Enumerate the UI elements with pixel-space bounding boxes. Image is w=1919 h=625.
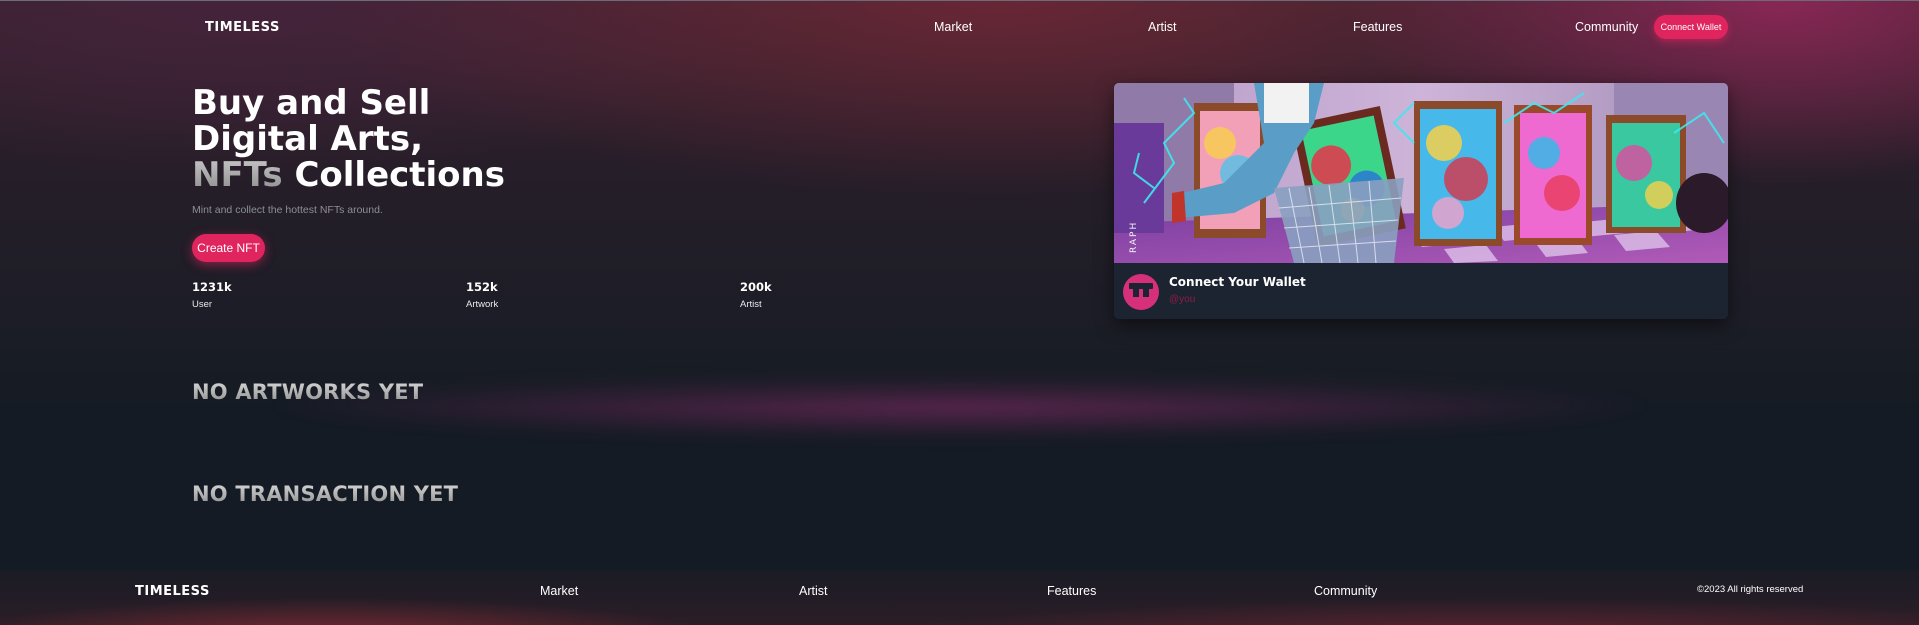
copyright-text: ©2023 All rights reserved <box>1697 584 1804 595</box>
footer-market-link[interactable]: Market <box>540 584 578 598</box>
nft-artwork-image: RAPH <box>1114 83 1728 263</box>
footer-logo[interactable]: TIMELESS <box>135 584 210 599</box>
nav-artist-link[interactable]: Artist <box>1148 20 1176 34</box>
footer-community-link[interactable]: Community <box>1314 584 1377 598</box>
card-handle: @you <box>1169 294 1196 305</box>
stat-label: Artwork <box>466 299 499 310</box>
stat-users: 1231k User <box>192 280 232 310</box>
stat-label: Artist <box>740 299 762 310</box>
nft-card[interactable]: RAPH Connect Your Wallet @you <box>1114 83 1728 319</box>
art-signature: RAPH <box>1129 221 1139 253</box>
hero-title-collections: Collections <box>282 155 505 195</box>
create-nft-button[interactable]: Create NFT <box>192 234 265 262</box>
stat-value: 152k <box>466 280 498 294</box>
nav-market-link[interactable]: Market <box>934 20 972 34</box>
avatar <box>1123 274 1159 310</box>
hero-subtitle: Mint and collect the hottest NFTs around… <box>192 204 383 216</box>
no-artworks-heading: NO ARTWORKS YET <box>192 380 424 404</box>
header-logo[interactable]: TIMELESS <box>205 20 280 35</box>
hero-title-line-3: NFTs Collections <box>192 157 612 193</box>
connect-wallet-button[interactable]: Connect Wallet <box>1654 15 1728 39</box>
stat-artworks: 152k Artwork <box>466 280 498 310</box>
stat-value: 1231k <box>192 280 232 294</box>
hero-title-line-2: Digital Arts, <box>192 119 424 159</box>
no-transactions-heading: NO TRANSACTION YET <box>192 482 459 506</box>
footer-background <box>0 570 1919 625</box>
hero-title: Buy and Sell Digital Arts, NFTs Collecti… <box>192 85 612 193</box>
hero-title-line-1: Buy and Sell <box>192 83 431 123</box>
nav-features-link[interactable]: Features <box>1353 20 1402 34</box>
footer-artist-link[interactable]: Artist <box>799 584 827 598</box>
card-footer: Connect Your Wallet @you <box>1114 263 1728 319</box>
stat-label: User <box>192 299 213 310</box>
stat-artists: 200k Artist <box>740 280 772 310</box>
hero-title-nfts: NFTs <box>192 155 283 195</box>
card-title: Connect Your Wallet <box>1169 275 1306 289</box>
footer-features-link[interactable]: Features <box>1047 584 1096 598</box>
nav-community-link[interactable]: Community <box>1575 20 1638 34</box>
stat-value: 200k <box>740 280 772 294</box>
